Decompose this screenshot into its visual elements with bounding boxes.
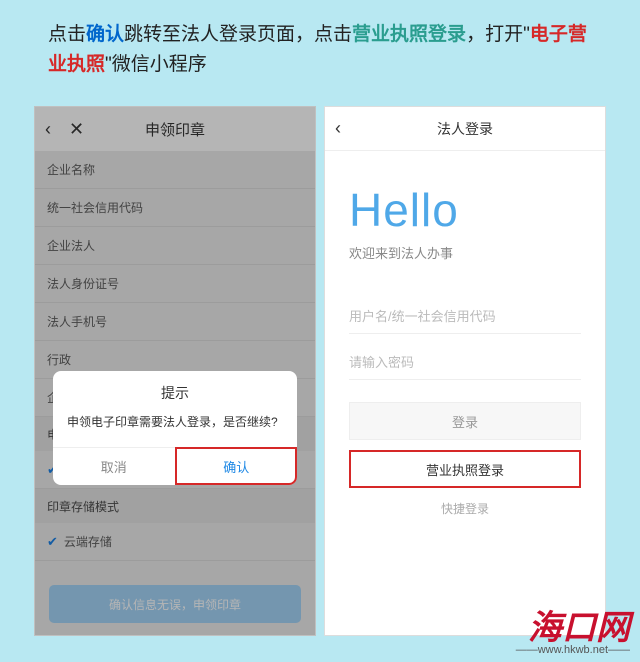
login-button[interactable]: 登录 [349, 402, 581, 440]
username-input[interactable]: 用户名/统一社会信用代码 [349, 306, 581, 334]
cancel-button[interactable]: 取消 [53, 448, 176, 485]
p2-title: 法人登录 [325, 119, 605, 139]
watermark-url: ——www.hkwb.net—— [516, 644, 630, 656]
watermark: 海口网 ——www.hkwb.net—— [516, 612, 630, 656]
watermark-logo: 海口网 [516, 612, 630, 646]
welcome-text: 欢迎来到法人办事 [349, 243, 605, 262]
dialog-message: 申领电子印章需要法人登录，是否继续? [53, 413, 297, 447]
hl-confirm: 确认 [86, 24, 124, 45]
dialog-title: 提示 [53, 383, 297, 403]
confirm-button[interactable]: 确认 [176, 448, 298, 485]
phones-container: ‹ ✕ 申领印章 企业名称 统一社会信用代码 企业法人 法人身份证号 法人手机号… [0, 106, 640, 636]
dialog-tip: 提示 申领电子印章需要法人登录，是否继续? 取消 确认 [53, 371, 297, 485]
phone-apply-seal: ‹ ✕ 申领印章 企业名称 统一社会信用代码 企业法人 法人身份证号 法人手机号… [34, 106, 316, 636]
phone-legal-login: ‹ 法人登录 Hello 欢迎来到法人办事 用户名/统一社会信用代码 请输入密码… [324, 106, 606, 636]
dialog-actions: 取消 确认 [53, 447, 297, 485]
p2-header: ‹ 法人登录 [325, 107, 605, 151]
back-icon[interactable]: ‹ [335, 118, 341, 139]
hl-biz-login: 营业执照登录 [352, 24, 466, 45]
password-input[interactable]: 请输入密码 [349, 352, 581, 380]
biz-license-login-button[interactable]: 营业执照登录 [349, 450, 581, 488]
quick-login-link[interactable]: 快捷登录 [325, 500, 605, 517]
hello-text: Hello [349, 183, 605, 237]
instruction-text: 点击确认跳转至法人登录页面，点击营业执照登录，打开"电子营业执照"微信小程序 [48, 20, 592, 80]
